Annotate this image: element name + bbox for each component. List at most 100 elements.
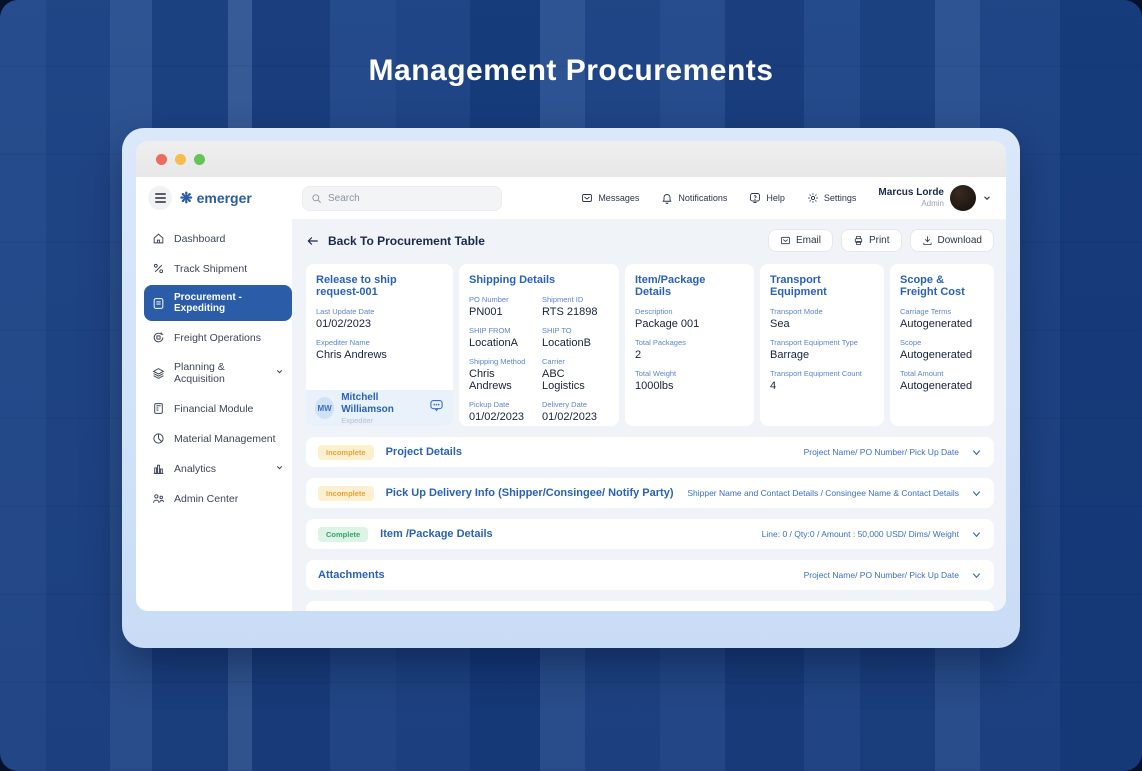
messages-button[interactable]: Messages (581, 192, 639, 204)
bell-icon (661, 192, 673, 204)
message-icon (581, 192, 593, 204)
chevron-down-icon[interactable] (971, 529, 982, 540)
field-value: PN001 (469, 306, 536, 318)
field-value: LocationB (542, 337, 609, 349)
logo-flower-icon: ❋ (180, 191, 193, 206)
minimize-window-button[interactable] (175, 154, 186, 165)
expediter-name: Mitchell Williamson (341, 392, 422, 416)
field-value: RTS 21898 (542, 306, 609, 318)
help-button[interactable]: Help (749, 192, 785, 204)
status-badge: Incomplete (318, 486, 374, 501)
accordion-summary: Project Name/ PO Number/ Pick Up Date (804, 447, 959, 457)
download-button[interactable]: Download (910, 229, 994, 252)
sidebar-item-freight-operations[interactable]: Freight Operations (144, 324, 292, 351)
accordion-title: Additional Information (318, 610, 435, 611)
email-label: Email (796, 235, 821, 246)
back-to-procurement-table-link[interactable]: Back To Procurement Table (306, 234, 485, 248)
accordion-attachments[interactable]: Attachments Project Name/ PO Number/ Pic… (306, 560, 994, 590)
accordion-item-package-details[interactable]: Complete Item /Package Details Line: 0 /… (306, 519, 994, 549)
chevron-down-icon[interactable] (971, 611, 982, 612)
card-title: Item/Package Details (635, 274, 744, 298)
print-icon (853, 235, 864, 246)
menu-toggle-button[interactable] (148, 186, 172, 210)
field-label: Shipment ID (542, 295, 609, 304)
field-value: Sea (770, 318, 874, 330)
field-value: 1000lbs (635, 380, 744, 392)
layers-icon (152, 367, 165, 380)
sidebar-item-label: Procurement - Expediting (174, 292, 284, 314)
print-label: Print (869, 235, 890, 246)
accordion-additional-information[interactable]: Additional Information Pick-Up & Deliver… (306, 601, 994, 611)
sidebar-item-admin-center[interactable]: Admin Center (144, 485, 292, 512)
main-content: Back To Procurement Table Email Print (292, 219, 1006, 611)
back-label: Back To Procurement Table (328, 234, 485, 248)
sidebar-item-track-shipment[interactable]: Track Shipment (144, 255, 292, 282)
gear-icon (807, 192, 819, 204)
home-icon (152, 232, 165, 245)
field-label: Transport Equipment Count (770, 369, 874, 378)
sidebar-item-analytics[interactable]: Analytics (144, 455, 292, 482)
notifications-button[interactable]: Notifications (661, 192, 727, 204)
window-titlebar (136, 141, 1006, 177)
expediter-avatar: MW (315, 397, 334, 419)
user-role: Admin (878, 199, 944, 209)
sidebar-item-dashboard[interactable]: Dashboard (144, 225, 292, 252)
material-icon (152, 432, 165, 445)
search-box[interactable] (302, 186, 502, 211)
sidebar-item-label: Financial Module (174, 403, 253, 415)
field-label: Total Packages (635, 338, 744, 347)
field-value: 4 (770, 380, 874, 392)
chevron-down-icon[interactable] (971, 488, 982, 499)
field-label: PO Number (469, 295, 536, 304)
background-container-yard: Management Procurements ❋ emerger (0, 0, 1142, 771)
field-value: Barrage (770, 349, 874, 361)
maximize-window-button[interactable] (194, 154, 205, 165)
chat-bubble-icon (429, 398, 444, 413)
field-value: Autogenerated (900, 349, 984, 361)
search-icon (311, 193, 322, 204)
field-value: ABC Logistics (542, 368, 609, 392)
chat-button[interactable] (429, 398, 444, 418)
settings-label: Settings (824, 193, 857, 203)
card-title: Shipping Details (469, 274, 609, 286)
field-label: Transport Equipment Type (770, 338, 874, 347)
messages-label: Messages (598, 193, 639, 203)
sidebar-item-procurement-expediting[interactable]: Procurement - Expediting (144, 285, 292, 321)
field-label: Carrier (542, 357, 609, 366)
chevron-down-icon[interactable] (971, 447, 982, 458)
analytics-icon (152, 462, 165, 475)
field-label: Total Amount (900, 369, 984, 378)
card-title: Scope & Freight Cost (900, 274, 984, 298)
field-label: Description (635, 307, 744, 316)
field-value: Package 001 (635, 318, 744, 330)
freight-icon (152, 331, 165, 344)
sidebar-item-planning-acquisition[interactable]: Planning & Acquisition (144, 354, 292, 392)
search-input[interactable] (328, 193, 478, 204)
field-label: Pickup Date (469, 400, 536, 409)
chevron-down-icon[interactable] (971, 570, 982, 581)
close-window-button[interactable] (156, 154, 167, 165)
accordion-pickup-delivery-info[interactable]: Incomplete Pick Up Delivery Info (Shippe… (306, 478, 994, 508)
emerger-logo: ❋ emerger (180, 190, 252, 206)
field-label: Expediter Name (316, 338, 443, 347)
accordion-title: Item /Package Details (380, 528, 493, 540)
notifications-label: Notifications (678, 193, 727, 203)
transport-equipment-card: Transport Equipment Transport ModeSea Tr… (760, 264, 884, 426)
brand-area: ❋ emerger (136, 186, 292, 210)
settings-button[interactable]: Settings (807, 192, 857, 204)
print-button[interactable]: Print (841, 229, 902, 252)
field-value: 01/02/2023 (542, 411, 609, 423)
user-menu[interactable]: Marcus Lorde Admin (878, 185, 992, 211)
accordion-project-details[interactable]: Incomplete Project Details Project Name/… (306, 437, 994, 467)
field-value: 01/02/2023 (316, 318, 443, 330)
field-label: SHIP TO (542, 326, 609, 335)
email-button[interactable]: Email (768, 229, 833, 252)
sidebar-item-financial-module[interactable]: Financial Module (144, 395, 292, 422)
scope-freight-cost-card: Scope & Freight Cost Carriage TermsAutog… (890, 264, 994, 426)
chevron-down-icon (275, 367, 284, 379)
email-icon (780, 235, 791, 246)
arrow-left-icon (306, 234, 320, 248)
sidebar-item-material-management[interactable]: Material Management (144, 425, 292, 452)
topbar: Messages Notifications Help Setting (292, 185, 1006, 211)
app-header: ❋ emerger Messages (136, 177, 1006, 219)
